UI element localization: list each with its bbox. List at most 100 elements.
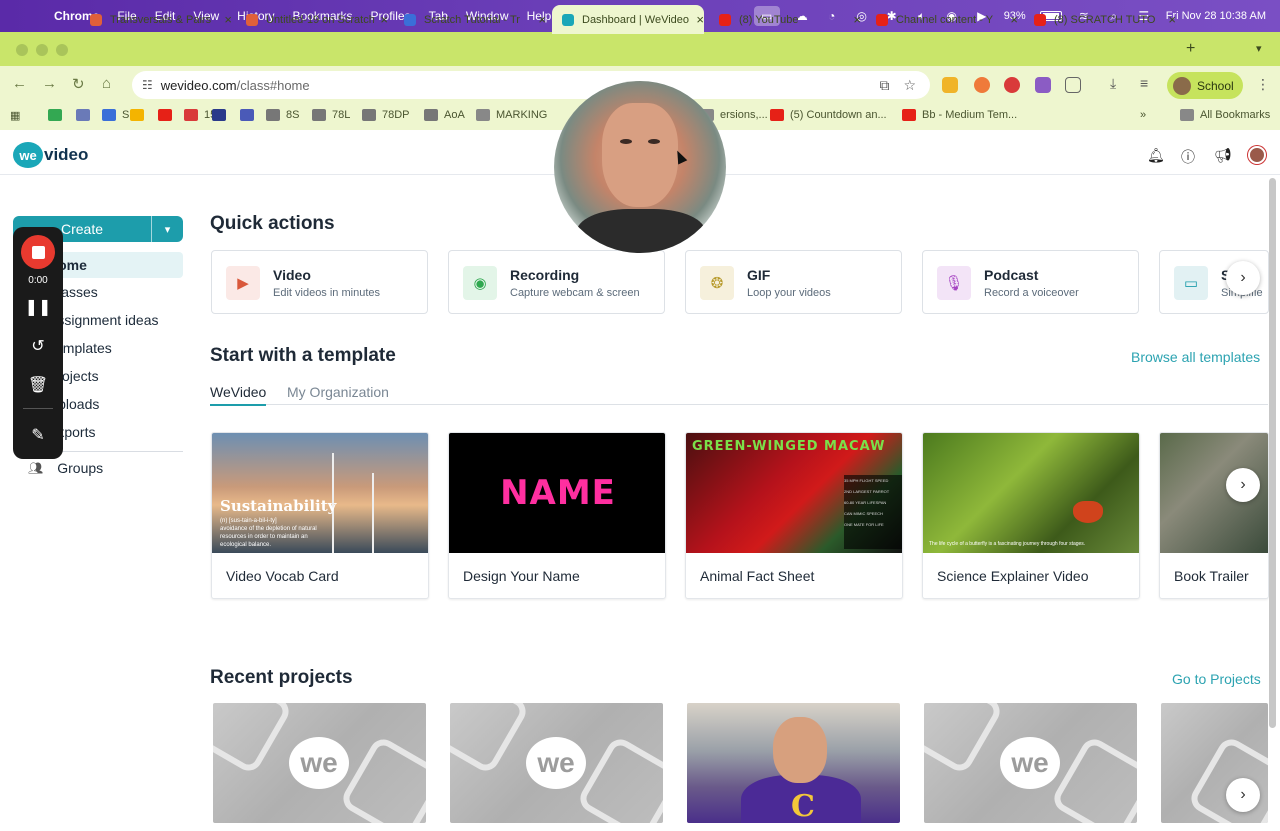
tab-close-icon[interactable]: × xyxy=(538,12,546,27)
webcam-bubble[interactable] xyxy=(554,81,726,253)
chrome-menu-icon[interactable]: ⋮ xyxy=(1256,76,1270,93)
restart-icon[interactable]: ↺ xyxy=(13,336,63,356)
templates-next-button[interactable]: › xyxy=(1226,468,1260,502)
bookmark-item[interactable] xyxy=(76,109,96,121)
site-info-icon[interactable]: ☷ xyxy=(142,78,153,92)
tab-close-icon[interactable]: × xyxy=(1010,12,1018,27)
project-card[interactable]: C xyxy=(687,703,900,823)
create-dropdown-chevron-icon[interactable]: ▾ xyxy=(151,216,183,242)
extension-red-icon[interactable] xyxy=(1004,77,1020,93)
go-to-projects-link[interactable]: Go to Projects xyxy=(1172,671,1261,687)
browse-all-templates-link[interactable]: Browse all templates xyxy=(1131,349,1260,365)
notifications-bell-icon[interactable]: 🔔︎ xyxy=(1147,147,1165,164)
browser-tab[interactable]: Transversals & Pairs × xyxy=(80,5,232,34)
browser-tab[interactable]: (8) YouTube × xyxy=(709,5,861,34)
trash-icon[interactable]: 🗑︎ xyxy=(13,375,63,395)
template-thumb-macaw: GREEN-WINGED MACAW 35 MPH FLIGHT SPEED 2… xyxy=(686,433,902,553)
tab-my-organization[interactable]: My Organization xyxy=(287,384,389,406)
tab-search-chevron-icon[interactable]: ▾ xyxy=(1256,42,1262,55)
extension-honey-icon[interactable] xyxy=(942,77,958,93)
template-card-video-vocab[interactable]: Sustainability (n) [sus-tain-a-bil-i-ty]… xyxy=(211,432,429,599)
bookmark-item[interactable] xyxy=(212,109,232,121)
tab-favicon-icon xyxy=(90,13,102,26)
quick-actions-next-button[interactable]: › xyxy=(1226,261,1260,295)
bookmark-label: 78DP xyxy=(382,109,410,121)
tab-close-icon[interactable]: × xyxy=(224,12,232,27)
bookmark-item[interactable]: AoA xyxy=(424,109,465,121)
tab-wevideo[interactable]: WeVideo xyxy=(210,384,267,406)
browser-tab[interactable]: Channel content - Y × xyxy=(866,5,1018,34)
address-bar[interactable]: ☷ wevideo.com/class#home ⧉ ☆ xyxy=(132,71,930,99)
wevideo-placeholder-logo: we xyxy=(1000,737,1060,789)
home-icon[interactable]: ⌂ xyxy=(102,75,111,92)
back-arrow-icon[interactable]: ← xyxy=(12,75,27,92)
tab-close-icon[interactable]: × xyxy=(853,12,861,27)
logo-video: video xyxy=(44,145,89,164)
bookmark-icon xyxy=(312,109,326,121)
tab-close-icon[interactable]: × xyxy=(1168,12,1176,27)
recorder-divider xyxy=(23,408,53,409)
user-avatar[interactable] xyxy=(1248,146,1266,164)
bookmark-item[interactable] xyxy=(48,109,68,121)
quick-action-video[interactable]: ▶ Video Edit videos in minutes xyxy=(211,250,428,314)
template-card-book-trailer[interactable]: Book Trailer xyxy=(1159,432,1269,599)
extensions-puzzle-icon[interactable] xyxy=(1065,77,1081,93)
window-zoom-button[interactable] xyxy=(56,44,68,56)
project-card[interactable]: we xyxy=(213,703,426,823)
quick-action-podcast[interactable]: 🎙︎ Podcast Record a voiceover xyxy=(922,250,1139,314)
page-scrollbar[interactable] xyxy=(1269,178,1276,728)
bookmark-item[interactable] xyxy=(158,109,178,121)
draw-pen-icon[interactable]: ✎ xyxy=(13,425,63,445)
window-minimize-button[interactable] xyxy=(36,44,48,56)
bookmark-item[interactable]: (5) Countdown an... xyxy=(770,109,887,121)
window-close-button[interactable] xyxy=(16,44,28,56)
extension-puzzle-purple-icon[interactable] xyxy=(1035,77,1051,93)
tab-close-icon[interactable]: × xyxy=(380,12,388,27)
tab-close-icon[interactable]: × xyxy=(696,12,704,27)
pause-icon[interactable]: ❚❚ xyxy=(13,297,63,317)
bookmark-star-icon[interactable]: ☆ xyxy=(903,77,916,94)
bookmark-item[interactable] xyxy=(240,109,260,121)
stop-recording-button[interactable] xyxy=(21,235,55,269)
projects-next-button[interactable]: › xyxy=(1226,778,1260,812)
browser-tab[interactable]: Dashboard | WeVideo × xyxy=(552,5,704,34)
reading-list-icon[interactable]: ≡ xyxy=(1140,75,1156,91)
template-card-animal-fact[interactable]: GREEN-WINGED MACAW 35 MPH FLIGHT SPEED 2… xyxy=(685,432,903,599)
help-icon[interactable]: ⓘ xyxy=(1181,147,1195,167)
template-card-design-name[interactable]: NAME Design Your Name xyxy=(448,432,666,599)
quick-action-recording[interactable]: ◉ Recording Capture webcam & screen xyxy=(448,250,665,314)
install-app-icon[interactable]: ⧉ xyxy=(879,77,889,94)
bookmark-item[interactable]: MARKING xyxy=(476,109,547,121)
browser-tab[interactable]: Untitled-19 on Scratch × xyxy=(236,5,388,34)
quick-action-title: Video xyxy=(273,267,311,283)
project-card[interactable]: we xyxy=(450,703,663,823)
clock-datetime[interactable]: Fri Nov 28 10:38 AM xyxy=(1166,10,1266,22)
template-card-science-explainer[interactable]: The life cycle of a butterfly is a fasci… xyxy=(922,432,1140,599)
download-icon[interactable]: ⤓ xyxy=(1110,75,1126,91)
browser-tab[interactable]: (8) SCRATCH TUTO × xyxy=(1024,5,1176,34)
bookmark-item[interactable]: 8S xyxy=(266,109,299,121)
quick-action-gif[interactable]: ❂ GIF Loop your videos xyxy=(685,250,902,314)
forward-arrow-icon[interactable]: → xyxy=(42,75,57,92)
bookmark-item[interactable]: 78L xyxy=(312,109,350,121)
browser-tab[interactable]: Scratch Tutorial - Tr × xyxy=(394,5,546,34)
reload-icon[interactable]: ↻ xyxy=(72,75,85,93)
template-thumb-name: NAME xyxy=(449,433,665,553)
bookmark-item[interactable]: 78DP xyxy=(362,109,410,121)
bookmark-item[interactable]: All Bookmarks xyxy=(1180,109,1270,121)
announcements-megaphone-icon[interactable]: 📢︎ xyxy=(1214,147,1232,164)
tab-favicon-icon xyxy=(562,13,574,26)
profile-button[interactable]: School xyxy=(1167,72,1243,99)
bookmarks-overflow-icon[interactable]: » xyxy=(1140,109,1146,121)
project-card[interactable]: we xyxy=(924,703,1137,823)
bookmark-item[interactable] xyxy=(130,109,150,121)
thumb-title: GREEN-WINGED MACAW xyxy=(692,439,886,454)
wevideo-placeholder-logo: we xyxy=(526,737,586,789)
bookmark-icon xyxy=(266,109,280,121)
extension-orange-icon[interactable] xyxy=(974,77,990,93)
tab-title: (8) SCRATCH TUTO xyxy=(1054,13,1156,26)
wevideo-logo[interactable]: we video xyxy=(13,142,88,168)
bookmark-item[interactable]: Bb - Medium Tem... xyxy=(902,109,1017,121)
apps-grid-icon[interactable]: ▦ xyxy=(10,109,20,122)
new-tab-button[interactable]: + xyxy=(1186,40,1195,58)
